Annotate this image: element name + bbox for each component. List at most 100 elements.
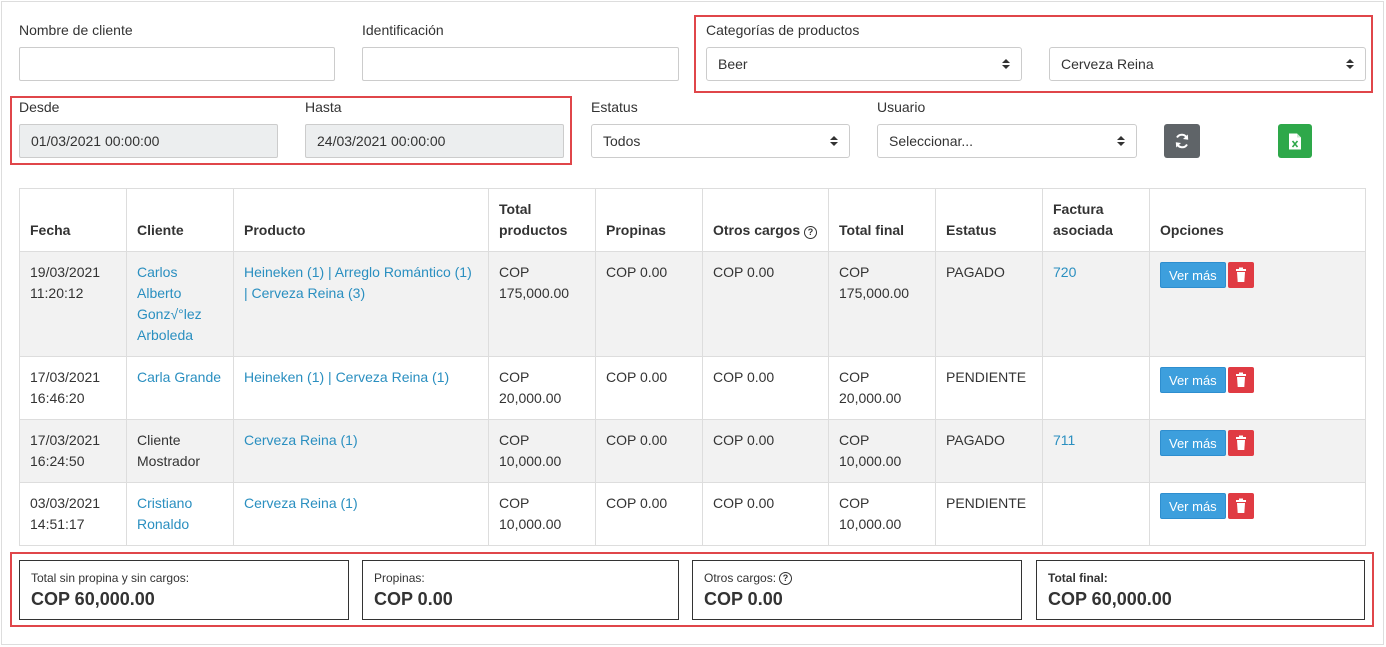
desde-input[interactable]: 01/03/2021 00:00:00 bbox=[19, 124, 278, 158]
delete-button[interactable] bbox=[1227, 493, 1254, 519]
producto-link[interactable]: Heineken (1) | Arreglo Romántico (1) | C… bbox=[244, 264, 472, 301]
header-total-productos-line1: Total bbox=[499, 201, 532, 217]
ver-mas-button[interactable]: Ver más bbox=[1160, 493, 1226, 519]
header-estatus: Estatus bbox=[935, 188, 1043, 252]
header-total-productos: Total productos bbox=[488, 188, 596, 252]
summary-otros-cargos: Otros cargos:? COP 0.00 bbox=[692, 560, 1022, 620]
trash-icon bbox=[1235, 498, 1246, 513]
cell-cliente: Carla Grande bbox=[126, 356, 234, 420]
producto-link[interactable]: Cerveza Reina (1) bbox=[244, 432, 358, 448]
cell-opciones: Ver más bbox=[1149, 356, 1366, 420]
cell-producto: Heineken (1) | Cerveza Reina (1) bbox=[233, 356, 489, 420]
cliente-link[interactable]: Carlos Alberto Gonz√°lez Arboleda bbox=[137, 262, 209, 346]
header-opciones: Opciones bbox=[1149, 188, 1366, 252]
ver-mas-button[interactable]: Ver más bbox=[1160, 430, 1226, 456]
cell-propinas: COP 0.00 bbox=[595, 419, 703, 483]
summary-otros-label: Otros cargos: bbox=[704, 571, 777, 585]
ver-mas-button[interactable]: Ver más bbox=[1160, 262, 1226, 288]
currency: COP bbox=[499, 495, 530, 511]
amount: 175,000.00 bbox=[499, 285, 570, 301]
question-circle-icon[interactable]: ? bbox=[804, 226, 818, 239]
nombre-cliente-input[interactable] bbox=[19, 47, 335, 81]
producto-select-value: Cerveza Reina bbox=[1061, 56, 1154, 72]
cell-cliente: Carlos Alberto Gonz√°lez Arboleda bbox=[126, 251, 234, 357]
producto-select[interactable]: Cerveza Reina bbox=[1049, 47, 1366, 81]
header-otros-cargos-label: Otros cargos bbox=[713, 222, 801, 238]
categoria-select[interactable]: Beer bbox=[706, 47, 1022, 81]
header-factura: Factura asociada bbox=[1042, 188, 1150, 252]
select-arrows-icon bbox=[830, 136, 838, 146]
table-row: 03/03/2021 14:51:17 Cristiano Ronaldo Cer… bbox=[19, 482, 1366, 546]
header-total-final: Total final bbox=[828, 188, 936, 252]
producto-link[interactable]: Cerveza Reina (1) bbox=[244, 495, 358, 511]
usuario-select[interactable]: Seleccionar... bbox=[877, 124, 1137, 158]
cell-total-productos: COP 10,000.00 bbox=[488, 419, 596, 483]
ver-mas-button[interactable]: Ver más bbox=[1160, 367, 1226, 393]
currency: COP bbox=[499, 432, 530, 448]
amount: 20,000.00 bbox=[839, 390, 902, 406]
cell-factura bbox=[1042, 482, 1150, 546]
fecha-date: 17/03/2021 bbox=[30, 432, 101, 448]
cell-otros-cargos: COP 0.00 bbox=[702, 482, 829, 546]
cell-estatus: PENDIENTE bbox=[935, 356, 1043, 420]
cell-otros-cargos: COP 0.00 bbox=[702, 251, 829, 357]
table-row: 19/03/2021 11:20:12 Carlos Alberto Gonz√°… bbox=[19, 251, 1366, 357]
cell-total-final: COP 175,000.00 bbox=[828, 251, 936, 357]
cell-producto: Cerveza Reina (1) bbox=[233, 419, 489, 483]
refresh-button[interactable] bbox=[1164, 124, 1200, 158]
cliente-link[interactable]: Carla Grande bbox=[137, 369, 221, 385]
delete-button[interactable] bbox=[1227, 262, 1254, 288]
table-header-row: Fecha Cliente Producto Total productos Pr… bbox=[19, 188, 1366, 252]
cell-fecha: 19/03/2021 11:20:12 bbox=[19, 251, 127, 357]
hasta-label: Hasta bbox=[305, 99, 342, 115]
currency: COP bbox=[499, 369, 530, 385]
cell-propinas: COP 0.00 bbox=[595, 251, 703, 357]
cell-fecha: 17/03/2021 16:46:20 bbox=[19, 356, 127, 420]
cell-producto: Cerveza Reina (1) bbox=[233, 482, 489, 546]
summary-final-label: Total final: bbox=[1048, 571, 1108, 585]
currency: COP bbox=[839, 369, 870, 385]
usuario-label: Usuario bbox=[877, 99, 926, 115]
fecha-time: 16:46:20 bbox=[30, 390, 85, 406]
factura-link[interactable]: 720 bbox=[1053, 264, 1076, 280]
cell-total-productos: COP 175,000.00 bbox=[488, 251, 596, 357]
delete-button[interactable] bbox=[1227, 367, 1254, 393]
cell-opciones: Ver más bbox=[1149, 482, 1366, 546]
identificacion-input[interactable] bbox=[362, 47, 679, 81]
currency: COP bbox=[499, 264, 530, 280]
summary-propinas-value: COP 0.00 bbox=[374, 589, 453, 609]
cell-factura bbox=[1042, 356, 1150, 420]
header-factura-line2: asociada bbox=[1053, 222, 1113, 238]
header-otros-cargos: Otros cargos ? bbox=[702, 188, 829, 252]
cell-total-productos: COP 20,000.00 bbox=[488, 356, 596, 420]
delete-button[interactable] bbox=[1227, 430, 1254, 456]
identificacion-label: Identificación bbox=[362, 22, 444, 38]
amount: 20,000.00 bbox=[499, 390, 562, 406]
summary-propinas: Propinas: COP 0.00 bbox=[362, 560, 679, 620]
cell-otros-cargos: COP 0.00 bbox=[702, 419, 829, 483]
estatus-select[interactable]: Todos bbox=[591, 124, 850, 158]
summary-final-value: COP 60,000.00 bbox=[1048, 589, 1172, 609]
cell-otros-cargos: COP 0.00 bbox=[702, 356, 829, 420]
hasta-input[interactable]: 24/03/2021 00:00:00 bbox=[305, 124, 564, 158]
trash-icon bbox=[1235, 267, 1246, 282]
question-circle-icon[interactable]: ? bbox=[779, 571, 793, 585]
cell-cliente: Cliente Mostrador bbox=[126, 419, 234, 483]
cell-propinas: COP 0.00 bbox=[595, 356, 703, 420]
cell-estatus: PAGADO bbox=[935, 251, 1043, 357]
cell-total-final: COP 10,000.00 bbox=[828, 419, 936, 483]
cell-propinas: COP 0.00 bbox=[595, 482, 703, 546]
export-excel-button[interactable] bbox=[1278, 124, 1312, 158]
trash-icon bbox=[1235, 372, 1246, 387]
fecha-date: 17/03/2021 bbox=[30, 369, 101, 385]
header-propinas: Propinas bbox=[595, 188, 703, 252]
cell-total-final: COP 10,000.00 bbox=[828, 482, 936, 546]
cell-estatus: PENDIENTE bbox=[935, 482, 1043, 546]
cliente-link[interactable]: Cristiano Ronaldo bbox=[137, 495, 192, 532]
summary-propinas-label: Propinas: bbox=[374, 571, 425, 585]
producto-link[interactable]: Heineken (1) | Cerveza Reina (1) bbox=[244, 369, 449, 385]
factura-link[interactable]: 711 bbox=[1053, 432, 1075, 448]
select-arrows-icon bbox=[1346, 59, 1354, 69]
select-arrows-icon bbox=[1117, 136, 1125, 146]
amount: 10,000.00 bbox=[499, 516, 562, 532]
